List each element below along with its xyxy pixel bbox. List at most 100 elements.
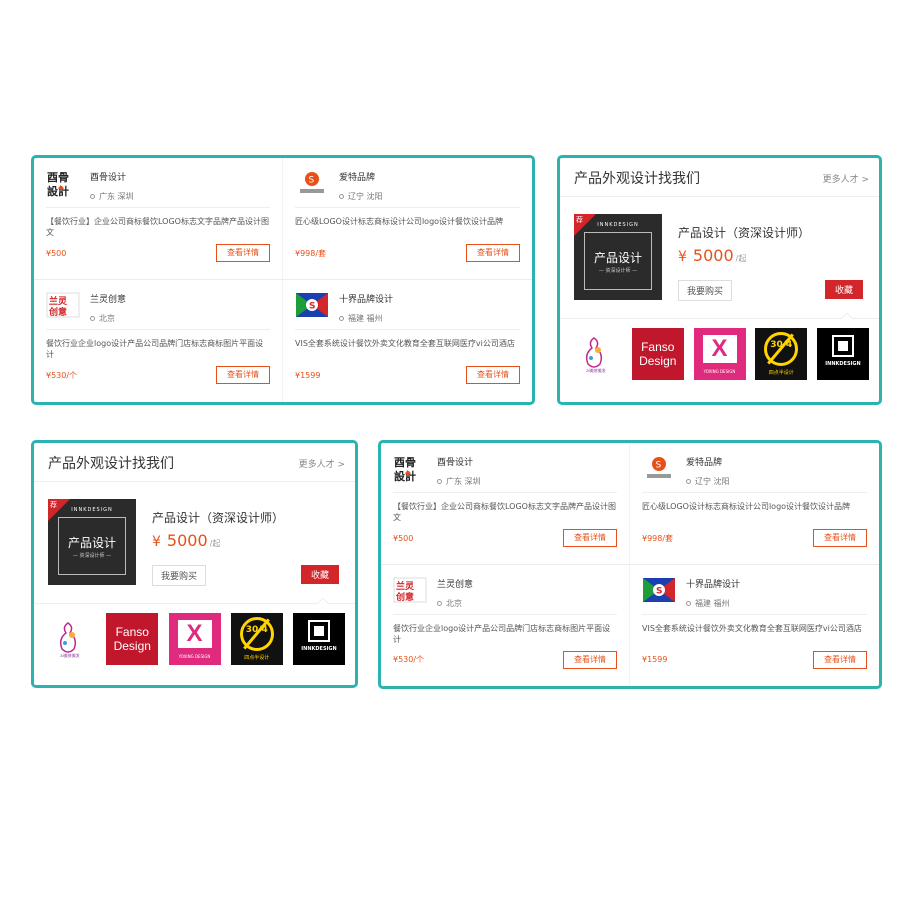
- girl-logo-caption: ai美修美发: [60, 653, 80, 658]
- svg-text:S: S: [309, 176, 315, 186]
- provider-card[interactable]: 酉骨 設計 酉骨设计 广东 深圳 【餐饮行业】企业公司商标餐饮LOGO标志文字品牌…: [381, 443, 630, 565]
- provider-desc[interactable]: 匠心级LOGO设计标志商标设计公司logo设计餐饮设计品牌: [295, 216, 520, 238]
- buy-button[interactable]: 我要购买: [678, 280, 733, 301]
- girl-silhouette-logo-icon[interactable]: ai美修美发: [44, 613, 96, 665]
- provider-card[interactable]: 兰灵 创意 兰灵创意 北京 餐饮行业企业logo设计产品公司品牌门店标志商标图片平…: [381, 564, 630, 686]
- view-details-button[interactable]: 查看详情: [466, 244, 520, 262]
- product-name[interactable]: 产品设计（资深设计师）: [152, 509, 284, 526]
- svg-text:兰灵: 兰灵: [396, 580, 415, 592]
- girl-logo-caption: ai美修美发: [586, 368, 606, 373]
- provider-location: 辽宁 沈阳: [339, 191, 383, 202]
- pointer-notch: [841, 312, 853, 324]
- location-pin-icon: [686, 600, 691, 606]
- more-talents-link[interactable]: 更多人才 >: [299, 457, 345, 470]
- provider-card[interactable]: S 十界品牌设计 福建 福州 VIS全套系统设计餐饮外卖文化教育全套互联网医疗v…: [283, 280, 532, 402]
- location-text: 北京: [446, 598, 462, 608]
- view-details-button[interactable]: 查看详情: [563, 650, 617, 669]
- logo-304-number: 30/4: [770, 340, 793, 350]
- view-details-button[interactable]: 查看详情: [813, 650, 867, 669]
- yoxing-design-logo-icon[interactable]: X YOXING DESIGN: [168, 613, 221, 665]
- yoxing-design-logo-icon[interactable]: X YOXING DESIGN: [693, 328, 746, 380]
- svg-text:S: S: [656, 461, 662, 471]
- provider-card[interactable]: S 十界品牌设计 福建 福州 VIS全套系统设计餐饮外卖文化教育全套互联网医疗v…: [630, 565, 879, 687]
- provider-desc[interactable]: VIS全套系统设计餐饮外卖文化教育全套互联网医疗vi公司酒店: [642, 623, 867, 645]
- provider-name[interactable]: 十界品牌设计: [339, 292, 393, 305]
- provider-name[interactable]: 爱特品牌: [339, 170, 383, 183]
- provider-desc[interactable]: 餐饮行业企业logo设计产品公司品牌门店标志商标图片平面设计: [46, 338, 270, 360]
- view-details-button[interactable]: 查看详情: [466, 366, 520, 384]
- provider-header: S 爱特品牌 辽宁 沈阳: [295, 168, 520, 208]
- provider-name[interactable]: 酉骨设计: [90, 170, 134, 183]
- provider-header: 酉骨 設計 酉骨设计 广东 深圳: [393, 453, 617, 493]
- provider-location: 北京: [90, 313, 126, 324]
- provider-desc[interactable]: 餐饮行业企业logo设计产品公司品牌门店标志商标图片平面设计: [393, 623, 617, 645]
- product-thumbnail[interactable]: 荐 INNKDESIGN 产品设计 — 资深设计师 —: [48, 499, 136, 585]
- provider-desc[interactable]: VIS全套系统设计餐饮外卖文化教育全套互联网医疗vi公司酒店: [295, 338, 520, 360]
- provider-card[interactable]: S 爱特品牌 辽宁 沈阳 匠心级LOGO设计标志商标设计公司logo设计餐饮设计…: [283, 158, 532, 280]
- provider-location: 福建 福州: [686, 598, 740, 609]
- provider-header: S 十界品牌设计 福建 福州: [642, 575, 867, 615]
- more-talents-link[interactable]: 更多人才 >: [823, 172, 869, 185]
- provider-header: S 十界品牌设计 福建 福州: [295, 290, 520, 330]
- provider-desc[interactable]: 匠心级LOGO设计标志商标设计公司logo设计餐饮设计品牌: [642, 501, 867, 523]
- product-thumbnail[interactable]: 荐 INNKDESIGN 产品设计 — 资深设计师 —: [574, 214, 662, 300]
- location-pin-icon: [339, 194, 344, 199]
- location-text: 辽宁 沈阳: [348, 192, 383, 201]
- view-details-button[interactable]: 查看详情: [216, 366, 270, 384]
- svg-text:S: S: [309, 302, 315, 312]
- aite-logo-icon: S: [295, 168, 329, 198]
- sidianban-design-logo-icon[interactable]: 30/4 四点半设计: [755, 328, 808, 380]
- innkdesign-logo-icon[interactable]: INNKDESIGN: [293, 613, 345, 665]
- product-name[interactable]: 产品设计（资深设计师）: [678, 224, 810, 241]
- view-details-button[interactable]: 查看详情: [813, 529, 867, 547]
- qr-pattern-icon: [832, 335, 854, 357]
- provider-name[interactable]: 兰灵创意: [90, 292, 126, 305]
- sidianban-design-logo-icon[interactable]: 30/4 四点半设计: [230, 613, 283, 665]
- provider-name[interactable]: 兰灵创意: [437, 577, 473, 590]
- shijie-logo-icon: S: [295, 290, 329, 320]
- thumb-main-text: 产品设计: [67, 536, 116, 550]
- fanso-design-logo-icon[interactable]: Fanso Design: [106, 613, 159, 665]
- divider: [560, 196, 879, 197]
- provider-name[interactable]: 十界品牌设计: [686, 577, 740, 590]
- fanso-design-logo-icon[interactable]: Fanso Design: [631, 328, 684, 380]
- svg-text:設計: 設計: [47, 184, 69, 197]
- provider-location: 北京: [437, 598, 473, 609]
- provider-header: 兰灵 创意 兰灵创意 北京: [46, 290, 270, 330]
- provider-name[interactable]: 爱特品牌: [686, 455, 730, 468]
- logo-304-subtext: 四点半设计: [768, 370, 794, 376]
- girl-silhouette-logo-icon[interactable]: ai美修美发: [570, 328, 622, 380]
- provider-grid: 酉骨 設計 酉骨设计 广东 深圳 【餐饮行业】企业公司商标餐饮LOGO标志文字品牌…: [381, 443, 879, 686]
- provider-header: S 爱特品牌 辽宁 沈阳: [642, 453, 867, 493]
- thumb-sub-text: — 资深设计师 —: [72, 553, 112, 559]
- provider-location: 辽宁 沈阳: [686, 476, 730, 487]
- fanso-line1: Fanso: [641, 340, 675, 354]
- thumb-main-text: 产品设计: [593, 251, 642, 265]
- svg-text:创意: 创意: [395, 591, 414, 603]
- provider-card[interactable]: 兰灵 创意 兰灵创意 北京 餐饮行业企业logo设计产品公司品牌门店标志商标图片平…: [34, 280, 283, 402]
- provider-card[interactable]: S 爱特品牌 辽宁 沈阳 匠心级LOGO设计标志商标设计公司logo设计餐饮设计…: [630, 443, 879, 565]
- price-symbol: ¥: [678, 249, 687, 265]
- buy-button[interactable]: 我要购买: [152, 565, 207, 586]
- qr-pattern-icon: [308, 620, 330, 642]
- view-details-button[interactable]: 查看详情: [216, 244, 270, 262]
- fanso-line2: Design: [113, 639, 151, 653]
- innkdesign-logo-icon[interactable]: INNKDESIGN: [817, 328, 869, 380]
- provider-grid: 酉骨 設計 酉骨设计 广东 深圳 【餐饮行业】企业公司商标餐饮LOGO标志文字品牌…: [34, 158, 532, 402]
- product-card-panel-1: 产品外观设计找我们 更多人才 > 荐 INNKDESIGN 产品设计 — 资深设…: [557, 155, 882, 405]
- favorite-button[interactable]: 收藏: [824, 280, 863, 299]
- price-value: 5000: [166, 531, 208, 550]
- provider-desc[interactable]: 【餐饮行业】企业公司商标餐饮LOGO标志文字品牌产品设计图文: [46, 216, 270, 238]
- price-unit: /起: [209, 539, 221, 548]
- provider-price: ¥998/套: [295, 248, 327, 258]
- x-letter: X: [702, 335, 737, 363]
- location-pin-icon: [437, 600, 442, 606]
- provider-name[interactable]: 酉骨设计: [437, 455, 481, 468]
- provider-desc[interactable]: 【餐饮行业】企业公司商标餐饮LOGO标志文字品牌产品设计图文: [393, 501, 617, 523]
- provider-card[interactable]: 酉骨 設計 酉骨设计 广东 深圳 【餐饮行业】企业公司商标餐饮LOGO标志文字品牌…: [34, 158, 283, 280]
- location-text: 福建 福州: [695, 598, 730, 608]
- view-details-button[interactable]: 查看详情: [563, 529, 617, 547]
- lanling-logo-icon: 兰灵 创意: [46, 290, 80, 320]
- favorite-button[interactable]: 收藏: [300, 565, 339, 584]
- provider-price: ¥1599: [642, 655, 668, 664]
